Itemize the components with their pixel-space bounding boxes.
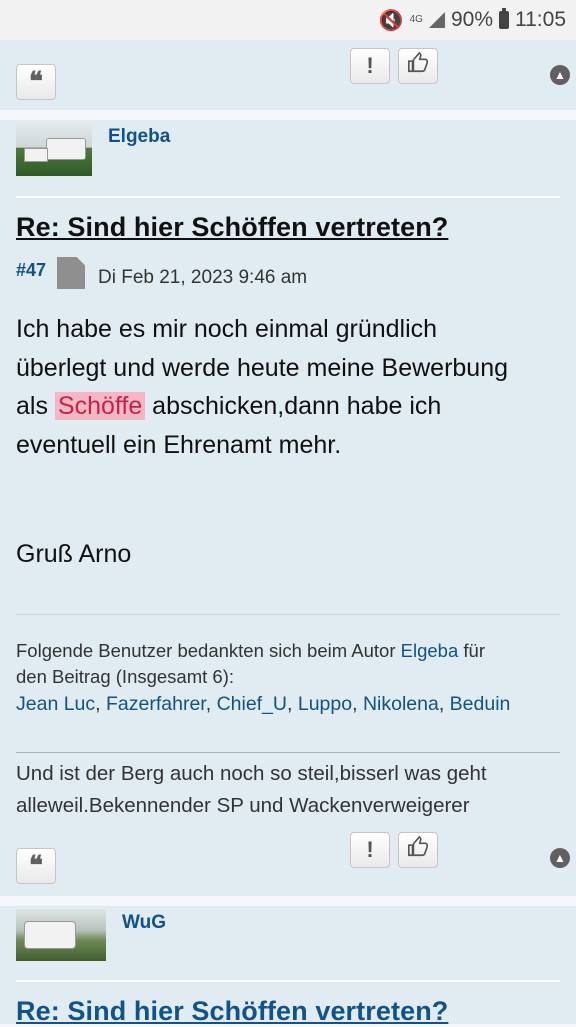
report-icon: ! — [366, 837, 374, 862]
status-bar: 🔇 4G 90% 11:05 — [0, 0, 576, 40]
thanks-suffix: für — [458, 640, 485, 661]
thanks-line: Folgende Benutzer bedankten sich beim Au… — [16, 638, 560, 664]
post-separator — [0, 110, 576, 120]
thanks-users: Jean Luc, Fazerfahrer, Chief_U, Luppo, N… — [16, 693, 511, 715]
thanks-prefix: Folgende Benutzer bedankten sich beim Au… — [16, 640, 401, 661]
signature-line: alleweil.Bekennender SP und Wackenverwei… — [16, 794, 470, 817]
battery-icon — [499, 8, 509, 29]
report-icon: ! — [366, 53, 374, 78]
signal-icon — [428, 12, 445, 28]
thanks-line: den Beitrag (Insgesamt 6): — [16, 666, 234, 687]
report-button[interactable]: ! — [350, 832, 390, 868]
thumbs-up-icon — [407, 51, 429, 80]
post-title[interactable]: Re: Sind hier Schöffen vertreten? — [16, 212, 448, 243]
quote-icon: ❝ — [29, 851, 43, 881]
thanks-user-link[interactable]: Luppo — [298, 693, 352, 715]
quote-button[interactable]: ❝ — [16, 64, 56, 100]
post: Elgeba Re: Sind hier Schöffen vertreten?… — [0, 120, 576, 896]
avatar[interactable] — [16, 909, 106, 961]
post-date: Di Feb 21, 2023 9:46 am — [98, 267, 308, 288]
like-button[interactable] — [398, 832, 438, 868]
divider — [16, 980, 560, 982]
post-separator — [0, 896, 576, 906]
thanks-user-link[interactable]: Nikolena — [363, 693, 439, 715]
content-line: eventuell ein Ehrenamt mehr. — [16, 430, 342, 459]
mute-icon: 🔇 — [378, 9, 404, 32]
content-line: überlegt und werde heute meine Bewerbung — [16, 353, 509, 382]
post-number[interactable]: #47 — [16, 260, 46, 281]
quote-button[interactable]: ❝ — [16, 848, 56, 884]
signature-divider — [16, 752, 560, 753]
content-text: abschicken,dann habe ich — [145, 392, 442, 420]
next-post: WuG Re: Sind hier Schöffen vertreten? — [0, 906, 576, 1027]
thanks-box: Folgende Benutzer bedankten sich beim Au… — [16, 638, 560, 717]
content-text: als — [16, 392, 55, 420]
content-line: Ich habe es mir noch einmal gründlich — [16, 315, 438, 343]
thanks-user-link[interactable]: Chief_U — [217, 693, 287, 715]
report-button[interactable]: ! — [350, 48, 390, 84]
thanks-user-link[interactable]: Beduin — [450, 693, 511, 715]
signature-line: Und ist der Berg auch noch so steil,biss… — [16, 762, 487, 785]
divider — [16, 196, 560, 198]
search-highlight: Schöffe — [54, 392, 146, 420]
post-greeting: Gruß Arno — [16, 540, 132, 568]
thumbs-up-icon — [407, 835, 429, 864]
chevron-up-icon: ▲ — [554, 68, 566, 82]
post-author[interactable]: WuG — [122, 912, 166, 934]
avatar[interactable] — [16, 124, 92, 176]
post-author[interactable]: Elgeba — [108, 126, 170, 148]
previous-post-footer: ! ❝ ▲ — [0, 40, 576, 110]
quote-icon: ❝ — [29, 67, 43, 97]
battery-percent: 90% — [450, 8, 493, 31]
thanks-author-link[interactable]: Elgeba — [401, 640, 459, 661]
thanks-user-link[interactable]: Fazerfahrer — [106, 693, 206, 715]
network-type: 4G — [409, 14, 423, 25]
like-button[interactable] — [398, 48, 438, 84]
thanks-user-link[interactable]: Jean Luc — [16, 693, 95, 715]
signature: Und ist der Berg auch noch so steil,biss… — [16, 758, 560, 822]
clock: 11:05 — [515, 8, 566, 31]
back-to-top-button[interactable]: ▲ — [550, 848, 570, 868]
divider — [16, 614, 560, 615]
post-title[interactable]: Re: Sind hier Schöffen vertreten? — [16, 996, 448, 1027]
chevron-up-icon: ▲ — [554, 851, 566, 865]
post-content: Ich habe es mir noch einmal gründlich üb… — [16, 310, 560, 464]
post-link-icon[interactable] — [57, 257, 85, 289]
back-to-top-button[interactable]: ▲ — [550, 65, 570, 85]
content-line: als Schöffe abschicken,dann habe ich — [16, 387, 560, 426]
